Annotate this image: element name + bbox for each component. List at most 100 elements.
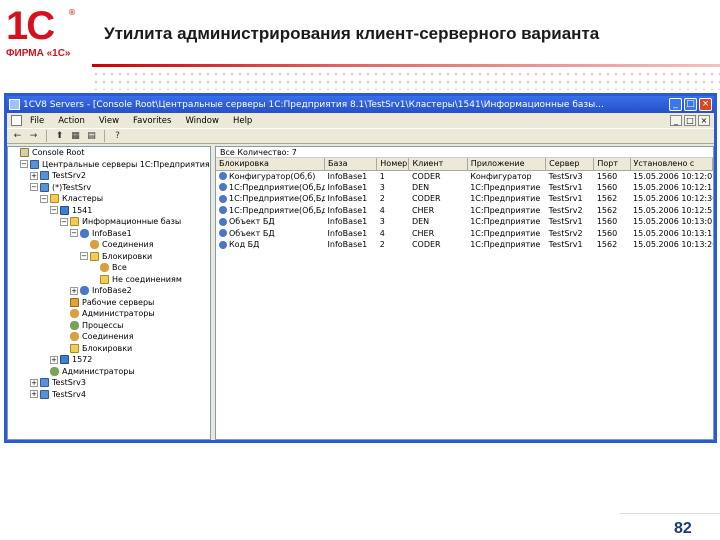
- tree-node[interactable]: − InfoBase1: [8, 228, 210, 240]
- tree-node[interactable]: Не соединениям: [8, 274, 210, 286]
- table-row[interactable]: 1С:Предприятие(Об,Бд) InfoBase1 3 DEN 1С:Пре…: [216, 182, 713, 194]
- close-button[interactable]: ×: [699, 98, 712, 111]
- tree-node-label: TestSrv4: [52, 389, 86, 399]
- menu-view[interactable]: View: [99, 116, 119, 126]
- logo-firm-name: ФИРМА «1С»: [6, 48, 71, 59]
- tree-node[interactable]: Блокировки: [8, 343, 210, 355]
- table-cell: 1С:Предприятие: [470, 205, 541, 215]
- tree-expander-icon[interactable]: +: [30, 378, 38, 387]
- tree-expander-icon[interactable]: +: [30, 390, 38, 399]
- tree-node[interactable]: Рабочие серверы: [8, 297, 210, 309]
- user-icon: [70, 309, 79, 319]
- table-cell: 15.05.2006 10:12:07: [633, 171, 713, 181]
- console-tree[interactable]: Console Root − Центральные серверы 1С:Пред…: [7, 146, 211, 440]
- mdi-minimize-button[interactable]: _: [670, 115, 682, 126]
- user-icon: [90, 240, 99, 250]
- column-header[interactable]: База: [324, 158, 378, 171]
- table-cell: Код БД: [216, 239, 325, 251]
- tree-node[interactable]: +1572: [8, 354, 210, 366]
- menu-action[interactable]: Action: [58, 116, 85, 126]
- table-cell: CODER: [411, 194, 441, 204]
- column-header[interactable]: Блокировка: [216, 158, 326, 171]
- tree-node[interactable]: + TestSrv4: [8, 389, 210, 401]
- tree-expander-icon[interactable]: +: [30, 171, 38, 180]
- tree-expander-icon[interactable]: −: [20, 160, 28, 169]
- column-header[interactable]: Номер: [376, 158, 410, 171]
- table-cell: InfoBase1: [327, 205, 368, 215]
- tree-node[interactable]: + TestSrv2: [8, 170, 210, 182]
- tree-node[interactable]: Соединения: [8, 239, 210, 251]
- table-row[interactable]: Конфигуратор(Об,б) InfoBase1 1 CODER Конфигу…: [216, 170, 713, 182]
- tree-node[interactable]: Все: [8, 262, 210, 274]
- tree-expander-icon: [80, 241, 88, 249]
- table-cell: 1С:Предприятие: [470, 228, 541, 238]
- forward-arrow-icon[interactable]: →: [27, 130, 40, 142]
- menu-window[interactable]: Window: [185, 116, 219, 126]
- proc-icon: [70, 297, 79, 307]
- tree-node[interactable]: Console Root: [8, 147, 210, 159]
- tree-node-label: InfoBase1: [92, 228, 132, 238]
- tree-node[interactable]: + InfoBase2: [8, 285, 210, 297]
- refresh-icon[interactable]: ▤: [85, 130, 98, 142]
- tree-expander-icon[interactable]: −: [70, 229, 78, 238]
- srv-icon: [40, 182, 49, 192]
- minimize-button[interactable]: _: [669, 98, 682, 111]
- table-cell: 3: [379, 182, 385, 192]
- tree-node-label: Не соединениям: [112, 274, 182, 284]
- tree-node[interactable]: − Кластеры: [8, 193, 210, 205]
- tree-node[interactable]: + TestSrv3: [8, 377, 210, 389]
- console-icon[interactable]: [11, 115, 22, 126]
- tree-node[interactable]: Соединения: [8, 331, 210, 343]
- man-icon: [70, 320, 79, 330]
- lock-icon: [219, 217, 227, 226]
- tree-node[interactable]: − 1541: [8, 205, 210, 217]
- show-tree-icon[interactable]: ▦: [69, 130, 82, 142]
- maximize-button[interactable]: □: [684, 98, 697, 111]
- list-header-title: Все Количество: 7: [216, 147, 713, 158]
- menu-bar: File Action View Favorites Window Help _…: [7, 113, 714, 128]
- tree-node-label: Информационные базы: [82, 217, 182, 226]
- tree-node[interactable]: − Блокировки: [8, 251, 210, 263]
- tree-expander-icon[interactable]: −: [30, 183, 38, 192]
- table-row[interactable]: Объект БД InfoBase1 3 DEN 1С:Предприятие Test…: [216, 216, 713, 228]
- tree-expander-icon[interactable]: −: [60, 217, 68, 226]
- table-row[interactable]: Объект БД InfoBase1 4 CHER 1С:Предприятие Tes…: [216, 228, 713, 240]
- tree-expander-icon[interactable]: +: [70, 286, 78, 295]
- column-header[interactable]: Порт: [593, 158, 631, 171]
- menu-favorites[interactable]: Favorites: [133, 116, 171, 126]
- table-cell: 1С:Предприятие(Об,Бд): [216, 205, 325, 217]
- table-row[interactable]: 1С:Предприятие(Об,Бд) InfoBase1 2 CODER 1С:П…: [216, 193, 713, 205]
- table-row[interactable]: 1С:Предприятие(Об,Бд) InfoBase1 4 CHER 1С:Пр…: [216, 205, 713, 217]
- tree-node[interactable]: Процессы: [8, 320, 210, 332]
- menu-file[interactable]: File: [30, 116, 44, 126]
- tree-node[interactable]: Администраторы: [8, 308, 210, 320]
- table-cell: 4: [379, 228, 385, 238]
- tree-node[interactable]: Администраторы: [8, 366, 210, 378]
- tree-expander-icon[interactable]: −: [40, 194, 48, 203]
- tree-node[interactable]: − (*)TestSrv: [8, 182, 210, 194]
- column-header[interactable]: Сервер: [545, 158, 595, 171]
- help-icon[interactable]: ?: [111, 130, 124, 142]
- mdi-close-button[interactable]: ×: [698, 115, 710, 126]
- mdi-restore-button[interactable]: □: [684, 115, 696, 126]
- table-row[interactable]: Код БД InfoBase1 2 CODER 1С:Предприятие TestS…: [216, 239, 713, 251]
- column-header[interactable]: Приложение: [467, 158, 547, 171]
- tree-expander-icon[interactable]: −: [50, 206, 58, 215]
- tree-node[interactable]: − Центральные серверы 1С:Предприятия 8.1: [8, 159, 210, 171]
- table-cell: 1562: [596, 194, 618, 204]
- tree-expander-icon: [60, 310, 68, 318]
- tree-node-label: Центральные серверы 1С:Предприятия 8.1: [42, 159, 211, 169]
- column-header[interactable]: Установлено с: [630, 158, 713, 171]
- folder-icon: [100, 274, 109, 284]
- back-arrow-icon[interactable]: ←: [11, 130, 24, 142]
- column-header[interactable]: Клиент: [408, 158, 468, 171]
- tree-node[interactable]: − Информационные базы: [8, 216, 210, 228]
- company-logo: 1С ® ФИРМА «1С»: [6, 6, 84, 62]
- window-titlebar[interactable]: 1СV8 Servers - [Console Root\Центральные…: [7, 96, 714, 113]
- tree-expander-icon[interactable]: +: [50, 355, 58, 364]
- up-level-icon[interactable]: ⬆: [53, 130, 66, 142]
- tree-expander-icon[interactable]: −: [80, 252, 88, 261]
- tree-node-label: Console Root: [32, 148, 85, 157]
- table-cell: TestSrv3: [548, 171, 583, 181]
- menu-help[interactable]: Help: [233, 116, 252, 126]
